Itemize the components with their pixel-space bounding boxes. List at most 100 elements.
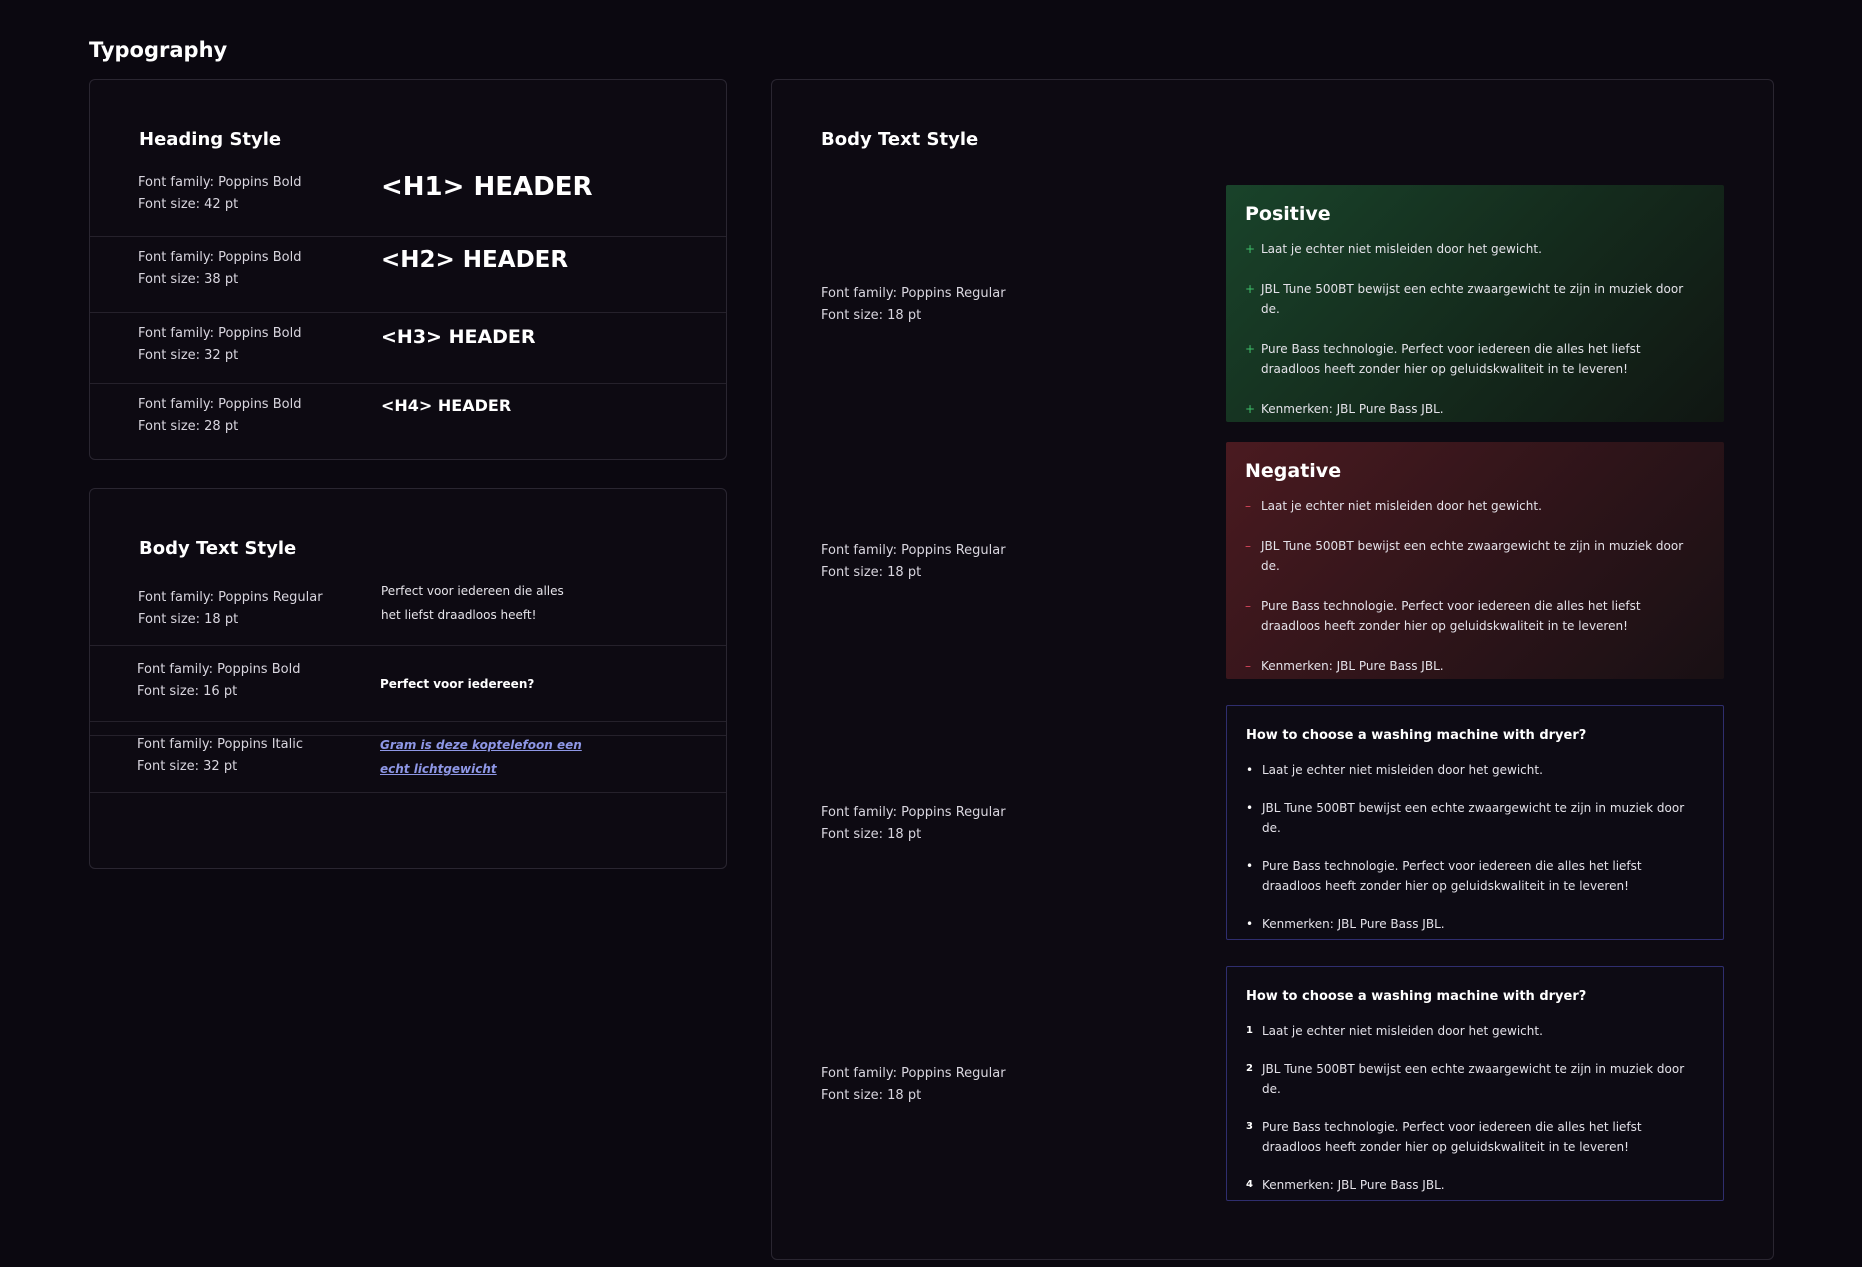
font-family-label: Font family: Poppins Bold bbox=[138, 175, 302, 190]
font-family-label: Font family: Poppins Italic bbox=[137, 737, 303, 752]
page-title: Typography bbox=[89, 38, 228, 62]
list-item: + Pure Bass technologie. Perfect voor ied… bbox=[1245, 339, 1698, 379]
heading-row-h2: Font family: Poppins Bold Font size: 38 … bbox=[90, 237, 726, 313]
font-size-label: Font size: 18 pt bbox=[821, 308, 922, 323]
list-number: 2 bbox=[1246, 1063, 1253, 1074]
font-spec: Font family: Poppins Regular Font size: … bbox=[821, 802, 1006, 846]
font-spec: Font family: Poppins Bold Font size: 28 … bbox=[138, 394, 301, 438]
italic-link-sample[interactable]: Gram is deze koptelefoon een echt lichtg… bbox=[380, 733, 582, 781]
list-item: • Kenmerken: JBL Pure Bass JBL. bbox=[1246, 914, 1697, 934]
positive-list: + Laat je echter niet misleiden door het … bbox=[1245, 239, 1698, 419]
heading-style-title: Heading Style bbox=[139, 129, 282, 150]
font-family-label: Font family: Poppins Regular bbox=[821, 286, 1006, 301]
list-item: • Laat je echter niet misleiden door het … bbox=[1246, 760, 1697, 780]
divider bbox=[90, 792, 726, 793]
plus-icon: + bbox=[1245, 342, 1256, 356]
font-spec: Font family: Poppins Bold Font size: 38 … bbox=[138, 247, 301, 291]
list-item: – Laat je echter niet misleiden door het … bbox=[1245, 496, 1698, 516]
regular-text-sample: Perfect voor iedereen die alles het lief… bbox=[381, 579, 564, 627]
plus-icon: + bbox=[1245, 402, 1256, 416]
list-item: – JBL Tune 500BT bewijst een echte zwaarg… bbox=[1245, 536, 1698, 576]
minus-icon: – bbox=[1245, 539, 1251, 553]
font-family-label: Font family: Poppins Regular bbox=[821, 543, 1006, 558]
list-number: 3 bbox=[1246, 1121, 1253, 1132]
font-size-label: Font size: 16 pt bbox=[137, 684, 238, 699]
font-size-label: Font size: 18 pt bbox=[821, 827, 922, 842]
list-number: 4 bbox=[1246, 1179, 1253, 1190]
minus-icon: – bbox=[1245, 499, 1251, 513]
divider bbox=[90, 721, 726, 722]
list-item: – Kenmerken: JBL Pure Bass JBL. bbox=[1245, 656, 1698, 676]
bullet-icon: • bbox=[1246, 917, 1254, 931]
bullet-icon: • bbox=[1246, 763, 1254, 777]
font-size-label: Font size: 18 pt bbox=[821, 565, 922, 580]
minus-icon: – bbox=[1245, 599, 1251, 613]
sample-line: het liefst draadloos heeft! bbox=[381, 608, 537, 622]
list-item: + JBL Tune 500BT bewijst een echte zwaarg… bbox=[1245, 279, 1698, 319]
font-size-label: Font size: 42 pt bbox=[138, 197, 239, 212]
font-spec: Font family: Poppins Italic Font size: 3… bbox=[137, 734, 303, 778]
negative-list: – Laat je echter niet misleiden door het … bbox=[1245, 496, 1698, 676]
list-item: + Kenmerken: JBL Pure Bass JBL. bbox=[1245, 399, 1698, 419]
font-family-label: Font family: Poppins Bold bbox=[138, 326, 302, 341]
numbered-list: 1 Laat je echter niet misleiden door het … bbox=[1246, 1021, 1697, 1195]
heading-row-h1: Font family: Poppins Bold Font size: 42 … bbox=[90, 170, 726, 237]
heading-row-h4: Font family: Poppins Bold Font size: 28 … bbox=[90, 384, 726, 460]
body-style-title: Body Text Style bbox=[821, 129, 979, 150]
h3-sample: <H3> HEADER bbox=[381, 326, 536, 348]
numbered-card-title: How to choose a washing machine with dry… bbox=[1246, 989, 1587, 1004]
list-item: 4 Kenmerken: JBL Pure Bass JBL. bbox=[1246, 1175, 1697, 1195]
list-item: – Pure Bass technologie. Perfect voor ied… bbox=[1245, 596, 1698, 636]
body-row-regular: Font family: Poppins Regular Font size: … bbox=[90, 579, 726, 736]
font-family-label: Font family: Poppins Bold bbox=[138, 250, 302, 265]
font-family-label: Font family: Poppins Regular bbox=[821, 805, 1006, 820]
bullet-list: • Laat je echter niet misleiden door het … bbox=[1246, 760, 1697, 934]
bold-text-sample: Perfect voor iedereen? bbox=[380, 677, 535, 691]
list-number: 1 bbox=[1246, 1025, 1253, 1036]
list-item: 3 Pure Bass technologie. Perfect voor ied… bbox=[1246, 1117, 1697, 1157]
heading-row-h3: Font family: Poppins Bold Font size: 32 … bbox=[90, 313, 726, 384]
bullet-icon: • bbox=[1246, 801, 1254, 815]
font-size-label: Font size: 38 pt bbox=[138, 272, 239, 287]
bullet-card-title: How to choose a washing machine with dry… bbox=[1246, 728, 1587, 743]
font-family-label: Font family: Poppins Bold bbox=[138, 397, 302, 412]
font-spec: Font family: Poppins Bold Font size: 32 … bbox=[138, 323, 301, 367]
font-spec: Font family: Poppins Regular Font size: … bbox=[138, 587, 323, 631]
sample-line: Gram is deze koptelefoon een bbox=[380, 738, 582, 752]
positive-card-title: Positive bbox=[1245, 203, 1331, 225]
font-size-label: Font size: 28 pt bbox=[138, 419, 239, 434]
font-spec: Font family: Poppins Regular Font size: … bbox=[821, 1063, 1006, 1107]
list-item: 1 Laat je echter niet misleiden door het … bbox=[1246, 1021, 1697, 1041]
negative-card-title: Negative bbox=[1245, 460, 1342, 482]
font-spec: Font family: Poppins Bold Font size: 16 … bbox=[137, 659, 300, 703]
h1-sample: <H1> HEADER bbox=[381, 172, 593, 202]
h4-sample: <H4> HEADER bbox=[381, 396, 512, 415]
list-item: + Laat je echter niet misleiden door het … bbox=[1245, 239, 1698, 259]
sample-line: echt lichtgewicht bbox=[380, 762, 497, 776]
divider bbox=[90, 645, 726, 646]
font-spec: Font family: Poppins Regular Font size: … bbox=[821, 283, 1006, 327]
bullet-icon: • bbox=[1246, 859, 1254, 873]
font-size-label: Font size: 32 pt bbox=[137, 759, 238, 774]
sample-line: Perfect voor iedereen die alles bbox=[381, 584, 564, 598]
body-style-title: Body Text Style bbox=[139, 538, 297, 559]
font-family-label: Font family: Poppins Regular bbox=[138, 590, 323, 605]
heading-style-panel: Heading Style Font family: Poppins Bold … bbox=[89, 79, 727, 460]
list-item: 2 JBL Tune 500BT bewijst een echte zwaarg… bbox=[1246, 1059, 1697, 1099]
negative-card: Negative – Laat je echter niet misleiden … bbox=[1226, 442, 1724, 679]
plus-icon: + bbox=[1245, 282, 1256, 296]
h2-sample: <H2> HEADER bbox=[381, 247, 569, 273]
plus-icon: + bbox=[1245, 242, 1256, 256]
minus-icon: – bbox=[1245, 659, 1251, 673]
list-item: • Pure Bass technologie. Perfect voor ied… bbox=[1246, 856, 1697, 896]
list-item: • JBL Tune 500BT bewijst een echte zwaarg… bbox=[1246, 798, 1697, 838]
font-family-label: Font family: Poppins Regular bbox=[821, 1066, 1006, 1081]
bullet-list-card: How to choose a washing machine with dry… bbox=[1226, 705, 1724, 940]
positive-card: Positive + Laat je echter niet misleiden … bbox=[1226, 185, 1724, 422]
font-family-label: Font family: Poppins Bold bbox=[137, 662, 301, 677]
font-size-label: Font size: 32 pt bbox=[138, 348, 239, 363]
font-size-label: Font size: 18 pt bbox=[138, 612, 239, 627]
font-spec: Font family: Poppins Bold Font size: 42 … bbox=[138, 172, 301, 216]
numbered-list-card: How to choose a washing machine with dry… bbox=[1226, 966, 1724, 1201]
font-spec: Font family: Poppins Regular Font size: … bbox=[821, 540, 1006, 584]
